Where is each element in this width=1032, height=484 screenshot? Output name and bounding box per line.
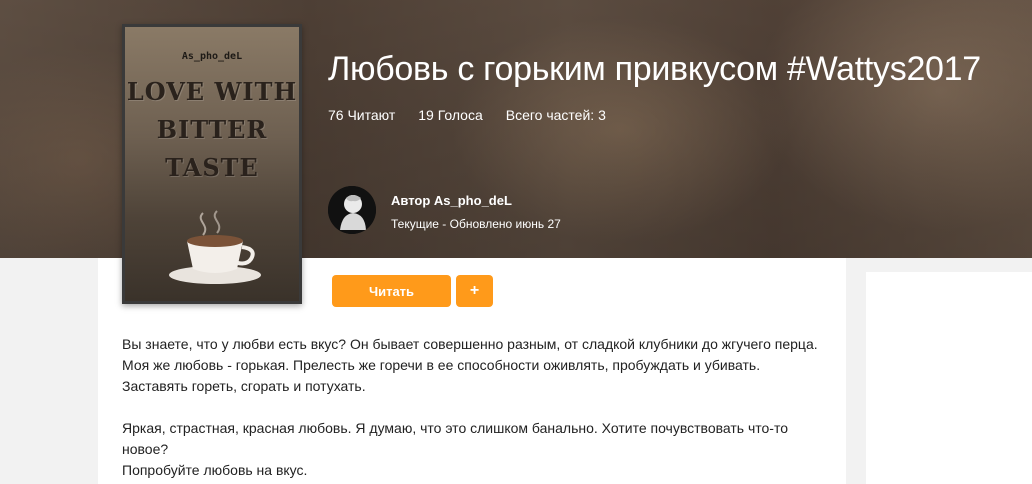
cover-title-text: LOVE WITH BITTER TASTE	[125, 73, 299, 187]
author-name-link[interactable]: Автор As_pho_deL	[391, 193, 512, 208]
author-avatar-image	[328, 186, 376, 234]
story-stats: 76 Читают 19 Голоса Всего частей: 3	[328, 107, 606, 123]
cover-title-line-3: TASTE	[165, 153, 259, 182]
coffee-cup-illustration	[169, 210, 261, 284]
description-paragraph-2: Яркая, страстная, красная любовь. Я дума…	[122, 418, 822, 481]
parts-count: Всего частей: 3	[505, 107, 606, 123]
description-paragraph-2-line-2: Попробуйте любовь на вкус.	[122, 462, 308, 478]
add-to-library-button[interactable]: +	[456, 275, 493, 307]
story-cover-image[interactable]: As_pho_deL LOVE WITH BITTER TASTE	[122, 24, 302, 304]
cover-title-line-1: LOVE WITH	[126, 77, 298, 106]
cover-title-line-2: BITTER	[156, 115, 268, 144]
story-title: Любовь с горьким привкусом #Wattys2017	[328, 50, 981, 88]
read-button[interactable]: Читать	[332, 275, 451, 307]
votes-count: 19 Голоса	[418, 107, 483, 123]
sidebar-panel	[866, 272, 1032, 484]
description-paragraph-2-line-1: Яркая, страстная, красная любовь. Я дума…	[122, 420, 789, 457]
story-status: Текущие - Обновлено июнь 27	[391, 217, 561, 231]
story-description: Вы знаете, что у любви есть вкус? Он быв…	[122, 334, 822, 481]
cover-author-text: As_pho_deL	[181, 51, 243, 62]
author-avatar[interactable]	[328, 186, 376, 234]
description-paragraph-1: Вы знаете, что у любви есть вкус? Он быв…	[122, 336, 818, 394]
reads-count: 76 Читают	[328, 107, 396, 123]
